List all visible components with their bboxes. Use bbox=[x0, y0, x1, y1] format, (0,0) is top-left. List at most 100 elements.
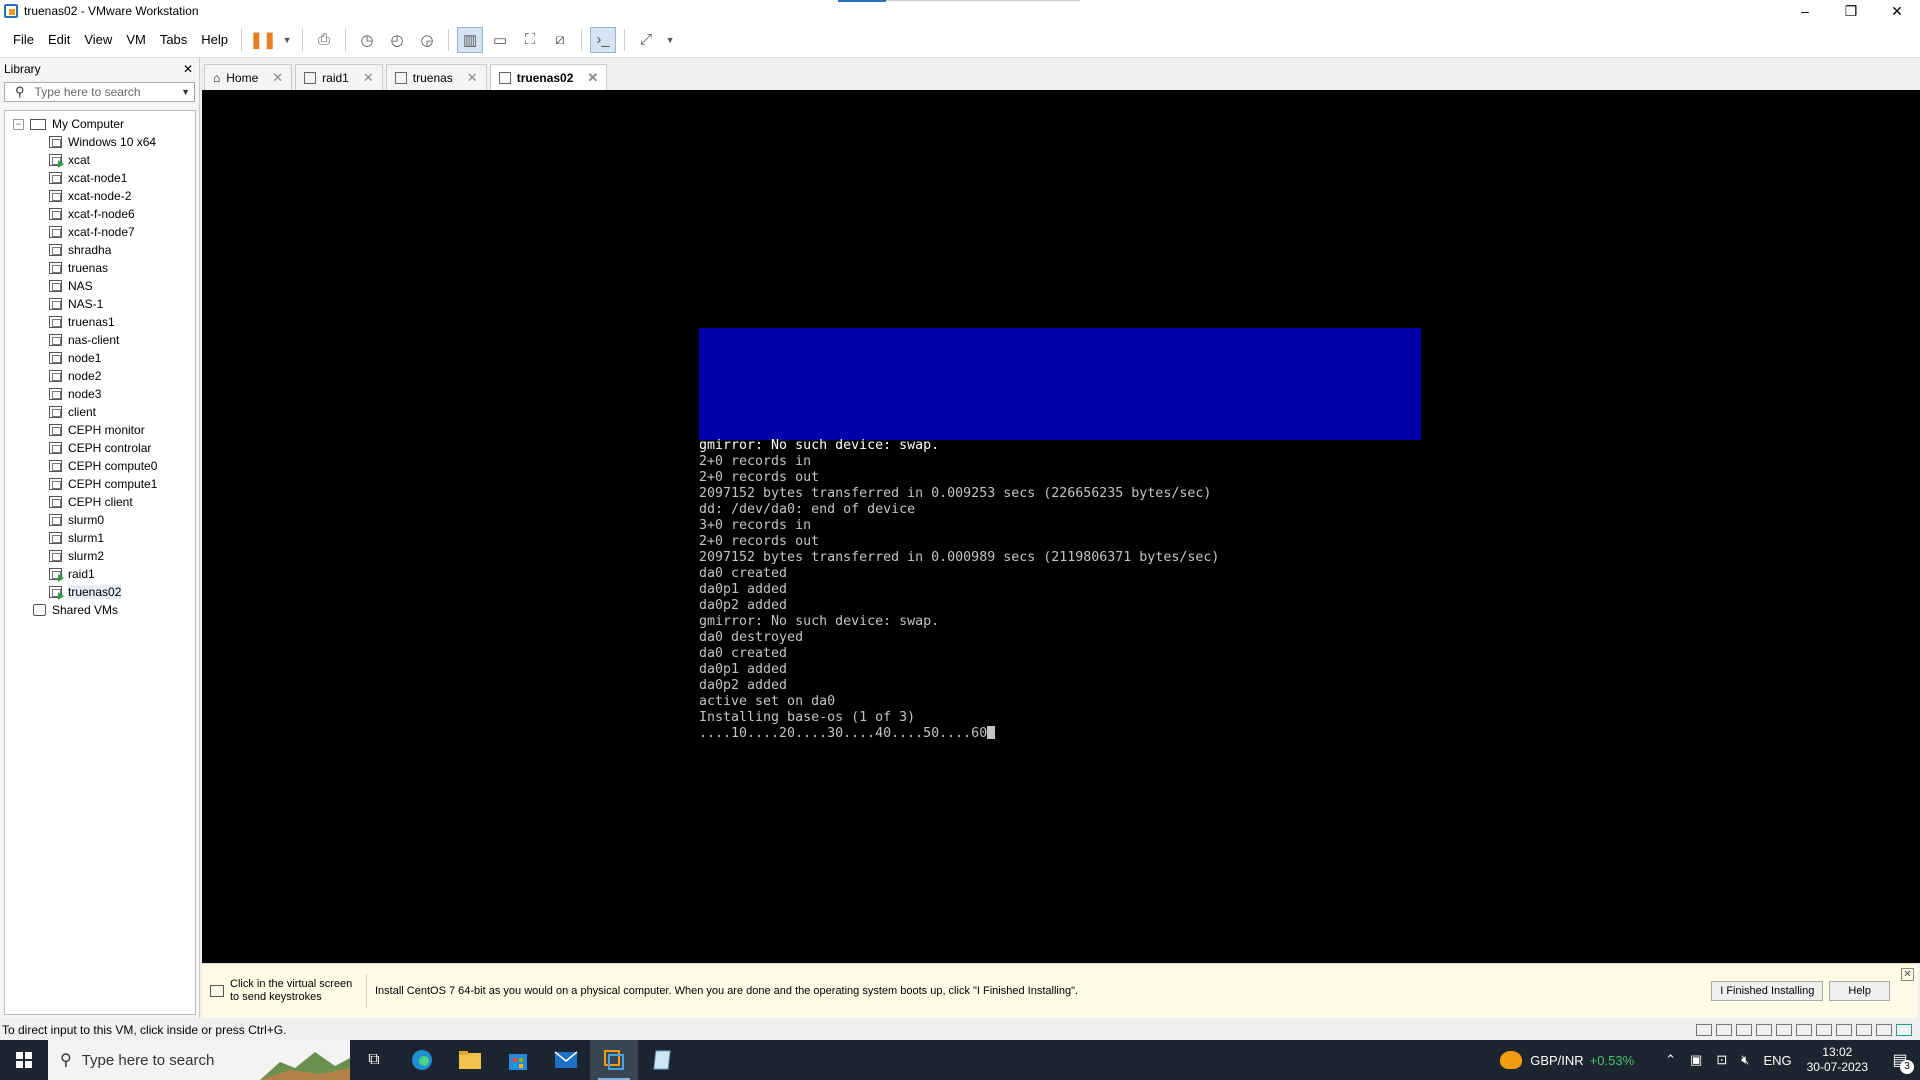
menu-tabs[interactable]: Tabs bbox=[153, 32, 194, 47]
tab-home[interactable]: ⌂ Home ✕ bbox=[204, 64, 293, 90]
tab-close-icon[interactable]: ✕ bbox=[587, 70, 598, 86]
revert-snapshot-icon[interactable]: ◴ bbox=[384, 27, 410, 53]
finished-installing-button[interactable]: I Finished Installing bbox=[1711, 981, 1824, 1001]
tree-item-vm[interactable]: client bbox=[5, 403, 195, 421]
vm-label: client bbox=[68, 405, 97, 419]
tree-root-my-computer[interactable]: − My Computer bbox=[5, 115, 195, 133]
tree-item-vm[interactable]: CEPH compute0 bbox=[5, 457, 195, 475]
tab-truenas[interactable]: truenas ✕ bbox=[385, 64, 487, 90]
task-view-icon[interactable]: ⧉ bbox=[350, 1040, 398, 1080]
file-explorer-icon[interactable] bbox=[446, 1040, 494, 1080]
send-ctrl-alt-del-icon[interactable]: ⎙ bbox=[311, 27, 337, 53]
tree-item-vm[interactable]: node1 bbox=[5, 349, 195, 367]
show-hidden-icons-icon[interactable]: ⌃ bbox=[1665, 1052, 1676, 1068]
menu-file[interactable]: File bbox=[6, 32, 41, 47]
tree-item-vm[interactable]: xcat-node1 bbox=[5, 169, 195, 187]
tree-item-vm[interactable]: slurm0 bbox=[5, 511, 195, 529]
network-adapter-icon[interactable] bbox=[1816, 1024, 1832, 1036]
library-close-icon[interactable]: ✕ bbox=[183, 62, 193, 76]
tree-item-vm[interactable]: Windows 10 x64 bbox=[5, 133, 195, 151]
tree-item-vm[interactable]: CEPH compute1 bbox=[5, 475, 195, 493]
tree-item-vm[interactable]: NAS bbox=[5, 277, 195, 295]
tree-item-vm[interactable]: node3 bbox=[5, 385, 195, 403]
console-view-icon[interactable]: ›_ bbox=[590, 26, 617, 53]
display-icon[interactable] bbox=[1876, 1024, 1892, 1036]
tree-item-shared-vms[interactable]: Shared VMs bbox=[5, 601, 195, 619]
tree-item-vm[interactable]: xcat-node-2 bbox=[5, 187, 195, 205]
library-search-input[interactable]: ⚲ Type here to search ▼ bbox=[4, 82, 195, 102]
vm-icon bbox=[49, 172, 62, 184]
tab-close-icon[interactable]: ✕ bbox=[467, 70, 478, 86]
stretch-dropdown-icon[interactable]: ▼ bbox=[663, 27, 677, 53]
sound-card-icon[interactable] bbox=[1856, 1024, 1872, 1036]
tab-truenas02[interactable]: truenas02 ✕ bbox=[489, 64, 608, 90]
tab-close-icon[interactable]: ✕ bbox=[363, 70, 374, 86]
vm-console-screen[interactable]: gmirror: No such device: swap. 2+0 record… bbox=[202, 90, 1920, 963]
tree-item-vm[interactable]: shradha bbox=[5, 241, 195, 259]
snapshot-icon[interactable]: ◷ bbox=[354, 27, 380, 53]
unity-icon[interactable]: ⧄ bbox=[547, 27, 573, 53]
tab-bar: ⌂ Home ✕ raid1 ✕ truenas ✕ truenas02 ✕ bbox=[202, 58, 1918, 90]
tab-raid1[interactable]: raid1 ✕ bbox=[295, 64, 383, 90]
cd-dvd-icon[interactable] bbox=[1796, 1024, 1812, 1036]
mail-icon[interactable] bbox=[542, 1040, 590, 1080]
stock-ticker-widget[interactable]: GBP/INR +0.53% bbox=[1500, 1051, 1634, 1069]
hard-disk-icon[interactable] bbox=[1716, 1024, 1732, 1036]
search-dropdown-icon[interactable]: ▼ bbox=[181, 87, 190, 97]
vm-label: xcat bbox=[68, 153, 91, 167]
hard-disk-icon[interactable] bbox=[1756, 1024, 1772, 1036]
tree-item-vm[interactable]: xcat-f-node6 bbox=[5, 205, 195, 223]
meet-now-icon[interactable]: ▣ bbox=[1690, 1052, 1702, 1068]
vmware-workstation-taskbar-icon[interactable] bbox=[590, 1040, 638, 1080]
tree-item-vm[interactable]: CEPH controlar bbox=[5, 439, 195, 457]
stretch-guest-icon[interactable]: ⤢ bbox=[633, 27, 659, 53]
tree-item-vm[interactable]: NAS-1 bbox=[5, 295, 195, 313]
hard-disk-icon[interactable] bbox=[1776, 1024, 1792, 1036]
shared-vms-label: Shared VMs bbox=[52, 603, 119, 617]
clock[interactable]: 13:02 30-07-2023 bbox=[1807, 1045, 1868, 1075]
language-indicator[interactable]: ENG bbox=[1763, 1053, 1791, 1068]
tree-item-vm[interactable]: CEPH client bbox=[5, 493, 195, 511]
help-button[interactable]: Help bbox=[1829, 981, 1890, 1001]
hint-close-icon[interactable]: ✕ bbox=[1901, 968, 1914, 981]
menu-view[interactable]: View bbox=[77, 32, 119, 47]
microsoft-store-icon[interactable] bbox=[494, 1040, 542, 1080]
snapshot-manager-icon[interactable]: ◶ bbox=[414, 27, 440, 53]
close-icon[interactable]: ✕ bbox=[1874, 0, 1920, 22]
tree-item-vm[interactable]: CEPH monitor bbox=[5, 421, 195, 439]
printer-icon[interactable] bbox=[1836, 1024, 1852, 1036]
hard-disk-icon[interactable] bbox=[1696, 1024, 1712, 1036]
thumbnail-bar-icon[interactable]: ▭ bbox=[487, 27, 513, 53]
tree-item-vm[interactable]: slurm2 bbox=[5, 547, 195, 565]
hard-disk-icon[interactable] bbox=[1736, 1024, 1752, 1036]
menu-help[interactable]: Help bbox=[194, 32, 235, 47]
collapse-icon[interactable]: − bbox=[13, 118, 24, 130]
pause-icon[interactable]: ❚❚ bbox=[250, 27, 277, 53]
message-log-icon[interactable] bbox=[1896, 1024, 1912, 1036]
network-icon[interactable]: ⊡ bbox=[1716, 1052, 1727, 1068]
tree-item-vm[interactable]: node2 bbox=[5, 367, 195, 385]
full-screen-icon[interactable]: ⛶ bbox=[517, 27, 543, 53]
volume-muted-icon[interactable]: 🔇︎ bbox=[1741, 1052, 1749, 1068]
pause-dropdown-icon[interactable]: ▼ bbox=[280, 27, 294, 53]
tree-item-vm-selected[interactable]: truenas02 bbox=[5, 583, 195, 601]
menu-edit[interactable]: Edit bbox=[41, 32, 77, 47]
edge-browser-icon[interactable] bbox=[398, 1040, 446, 1080]
tree-item-vm[interactable]: xcat bbox=[5, 151, 195, 169]
start-button[interactable] bbox=[0, 1040, 48, 1080]
tab-close-icon[interactable]: ✕ bbox=[272, 70, 283, 86]
tree-item-vm[interactable]: truenas bbox=[5, 259, 195, 277]
restore-icon[interactable]: ❐ bbox=[1828, 0, 1874, 22]
tree-item-vm[interactable]: truenas1 bbox=[5, 313, 195, 331]
show-library-icon[interactable]: ▥ bbox=[457, 26, 484, 53]
tree-item-vm[interactable]: nas-client bbox=[5, 331, 195, 349]
menu-vm[interactable]: VM bbox=[119, 32, 153, 47]
tree-item-vm[interactable]: raid1 bbox=[5, 565, 195, 583]
taskbar-search-input[interactable]: ⚲ Type here to search bbox=[48, 1040, 350, 1080]
notification-center-button[interactable]: ▤ 3 bbox=[1880, 1040, 1920, 1080]
window-controls: – ❐ ✕ bbox=[1782, 0, 1920, 22]
tree-item-vm[interactable]: xcat-f-node7 bbox=[5, 223, 195, 241]
notepad-icon[interactable] bbox=[638, 1040, 686, 1080]
minimize-icon[interactable]: – bbox=[1782, 0, 1828, 22]
tree-item-vm[interactable]: slurm1 bbox=[5, 529, 195, 547]
